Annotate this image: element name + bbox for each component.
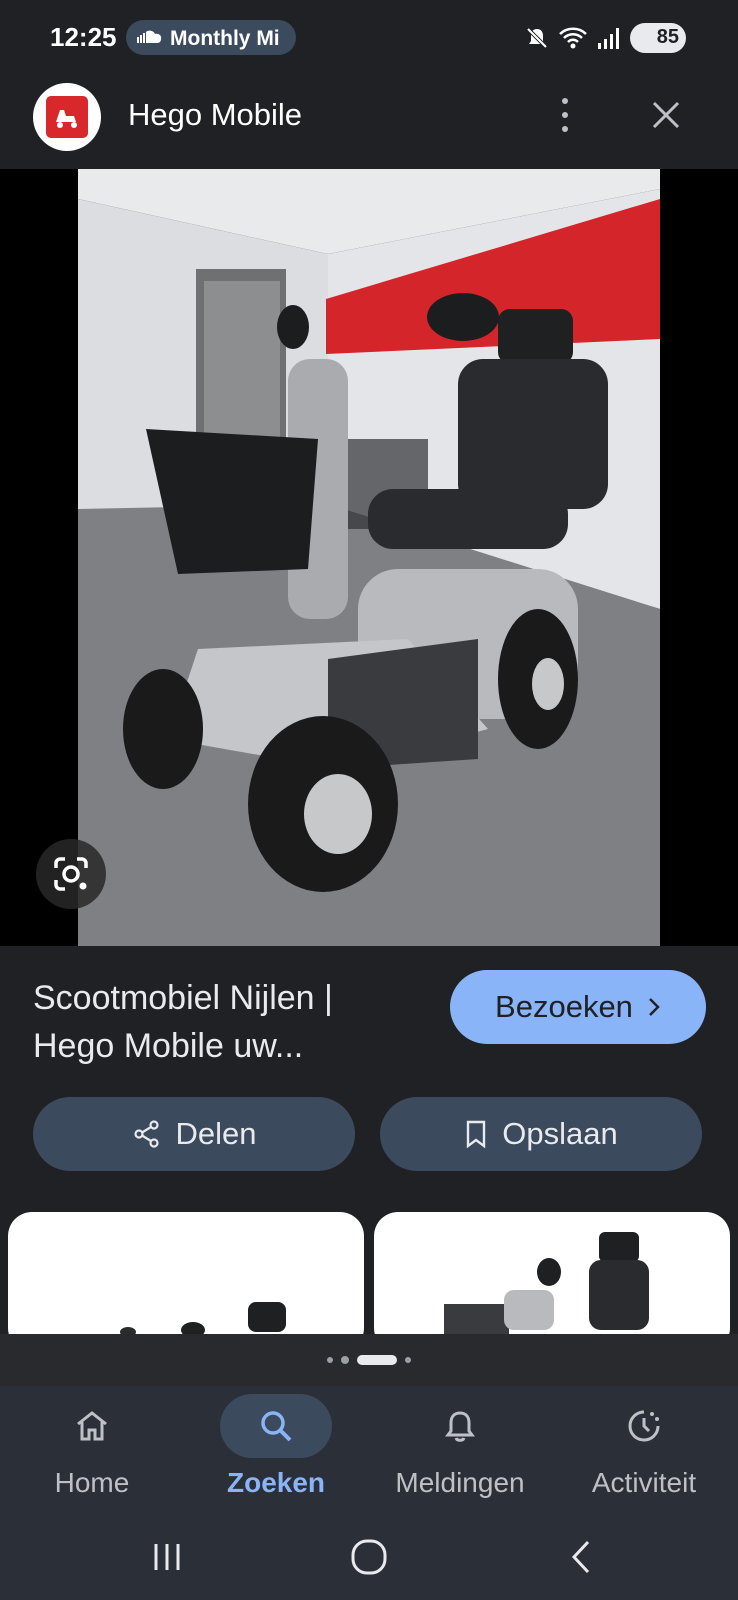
nav-notifications[interactable]: Meldingen — [368, 1386, 552, 1514]
share-icon — [133, 1120, 159, 1148]
related-image-1[interactable] — [8, 1212, 364, 1334]
bottom-navigation: Home Zoeken Meldingen Activiteit — [0, 1386, 738, 1514]
mobility-scooter-photo — [78, 169, 660, 946]
result-title[interactable]: Scootmobiel Nijlen | Hego Mobile uw... — [33, 974, 423, 1070]
pagination-dot — [405, 1357, 411, 1363]
bookmark-icon — [467, 1120, 486, 1149]
visit-button-label: Bezoeken — [495, 989, 633, 1024]
share-button[interactable]: Delen — [33, 1097, 355, 1171]
bell-icon — [445, 1411, 475, 1442]
nav-activity[interactable]: Activiteit — [552, 1386, 736, 1514]
status-bar: 12:25 Monthly Mi 85 — [0, 0, 738, 75]
search-icon — [261, 1411, 292, 1442]
nav-home[interactable]: Home — [0, 1386, 184, 1514]
save-button[interactable]: Opslaan — [380, 1097, 702, 1171]
more-options-icon[interactable] — [550, 93, 580, 137]
app-header: Hego Mobile — [0, 75, 738, 169]
mute-icon — [526, 27, 548, 48]
home-circle-icon — [351, 1539, 387, 1575]
pagination-dot-active — [357, 1355, 397, 1365]
pagination-dot — [327, 1357, 333, 1363]
nav-search[interactable]: Zoeken — [184, 1386, 368, 1514]
signal-icon — [598, 27, 619, 49]
share-button-label: Delen — [175, 1116, 257, 1151]
lens-icon — [54, 857, 88, 891]
image-preview[interactable] — [0, 169, 738, 946]
site-name: Hego Mobile — [128, 97, 303, 132]
close-icon[interactable] — [646, 95, 686, 135]
pagination-dots — [0, 1334, 738, 1386]
related-scooter-thumbnail — [120, 1302, 286, 1334]
wifi-icon — [559, 27, 587, 48]
media-notification-pill[interactable]: Monthly Mi — [126, 20, 296, 55]
battery-indicator: 85 — [630, 22, 686, 53]
google-lens-button[interactable] — [36, 839, 106, 909]
media-pill-label: Monthly Mi — [170, 27, 280, 50]
pagination-dot — [341, 1356, 349, 1364]
visit-button[interactable]: Bezoeken — [450, 970, 706, 1044]
home-icon — [77, 1411, 107, 1441]
chevron-right-icon — [649, 998, 660, 1016]
soundcloud-icon — [137, 30, 162, 43]
system-navigation-bar — [0, 1514, 738, 1600]
recents-icon — [154, 1544, 180, 1570]
related-image-2[interactable] — [374, 1212, 730, 1334]
related-images — [0, 1212, 738, 1334]
status-time: 12:25 — [50, 22, 117, 52]
battery-level: 85 — [656, 26, 679, 48]
nav-search-label: Zoeken — [226, 1467, 326, 1498]
nav-activity-label: Activiteit — [591, 1467, 697, 1498]
nav-home-label: Home — [54, 1467, 130, 1498]
status-icons: 85 — [524, 20, 686, 55]
related-scooter-thumbnail — [444, 1232, 649, 1334]
back-icon — [571, 1540, 590, 1574]
recents-button[interactable] — [142, 1532, 192, 1582]
nav-notifications-label: Meldingen — [395, 1467, 525, 1498]
home-system-button[interactable] — [344, 1532, 394, 1582]
activity-icon — [628, 1410, 660, 1442]
site-logo — [33, 83, 101, 151]
hego-mobile-logo-icon — [46, 96, 88, 138]
back-button[interactable] — [556, 1532, 606, 1582]
save-button-label: Opslaan — [502, 1116, 618, 1151]
